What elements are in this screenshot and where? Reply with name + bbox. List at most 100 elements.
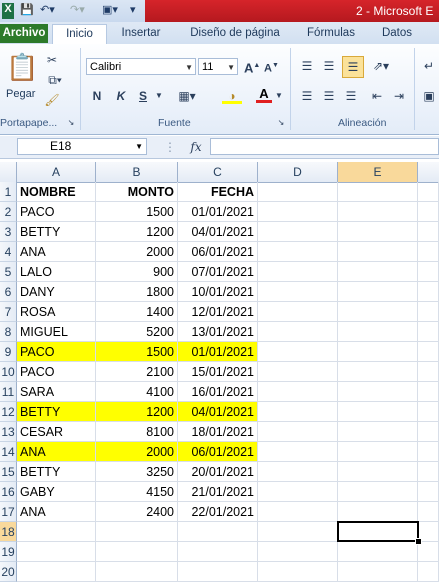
merge-cells-icon[interactable]: ▣ bbox=[420, 88, 438, 104]
cell-e-10[interactable] bbox=[338, 362, 418, 382]
formula-input[interactable] bbox=[210, 138, 439, 155]
cell-c-13[interactable]: 18/01/2021 bbox=[178, 422, 258, 442]
cell-b-5[interactable]: 900 bbox=[96, 262, 178, 282]
cell-b-3[interactable]: 1200 bbox=[96, 222, 178, 242]
cell-e-5[interactable] bbox=[338, 262, 418, 282]
tab-archivo[interactable]: Archivo bbox=[0, 24, 48, 43]
cell-a-18[interactable] bbox=[17, 522, 96, 542]
cell-a-16[interactable]: GABY bbox=[17, 482, 96, 502]
tab-diseno-pagina[interactable]: Diseño de página bbox=[180, 24, 290, 43]
row-header[interactable]: 12 bbox=[0, 402, 17, 422]
cell-f-16[interactable] bbox=[418, 482, 439, 502]
row-header[interactable]: 17 bbox=[0, 502, 17, 522]
customize-toolbar-icon[interactable]: ▾ bbox=[130, 3, 136, 19]
cell-f-13[interactable] bbox=[418, 422, 439, 442]
column-header-d[interactable]: D bbox=[258, 162, 338, 182]
cell-c-9[interactable]: 01/01/2021 bbox=[178, 342, 258, 362]
grow-font-button[interactable]: A▲ bbox=[244, 58, 260, 76]
cell-b-4[interactable]: 2000 bbox=[96, 242, 178, 262]
cell-f-20[interactable] bbox=[418, 562, 439, 582]
borders-icon[interactable]: ▦▾ bbox=[178, 88, 196, 104]
cell-c-5[interactable]: 07/01/2021 bbox=[178, 262, 258, 282]
cell-d-15[interactable] bbox=[258, 462, 338, 482]
cell-d-11[interactable] bbox=[258, 382, 338, 402]
align-right-icon[interactable]: ☰ bbox=[342, 88, 360, 104]
cell-c-1[interactable]: FECHA bbox=[178, 182, 258, 202]
cell-b-11[interactable]: 4100 bbox=[96, 382, 178, 402]
cell-f-1[interactable] bbox=[418, 182, 439, 202]
cell-a-2[interactable]: PACO bbox=[17, 202, 96, 222]
cell-e-12[interactable] bbox=[338, 402, 418, 422]
select-all-corner[interactable] bbox=[0, 162, 17, 182]
cell-f-17[interactable] bbox=[418, 502, 439, 522]
cell-b-20[interactable] bbox=[96, 562, 178, 582]
cell-f-9[interactable] bbox=[418, 342, 439, 362]
row-header[interactable]: 8 bbox=[0, 322, 17, 342]
wrap-text-icon[interactable]: ↵ bbox=[420, 58, 438, 74]
row-header[interactable]: 13 bbox=[0, 422, 17, 442]
cell-e-9[interactable] bbox=[338, 342, 418, 362]
row-header[interactable]: 20 bbox=[0, 562, 17, 582]
cell-b-13[interactable]: 8100 bbox=[96, 422, 178, 442]
paste-icon[interactable]: 📋 bbox=[6, 50, 38, 84]
cell-d-8[interactable] bbox=[258, 322, 338, 342]
cell-f-8[interactable] bbox=[418, 322, 439, 342]
cell-a-5[interactable]: LALO bbox=[17, 262, 96, 282]
column-header-c[interactable]: C bbox=[178, 162, 258, 182]
cell-e-17[interactable] bbox=[338, 502, 418, 522]
column-header-b[interactable]: B bbox=[96, 162, 178, 182]
copy-icon[interactable]: ⧉▾ bbox=[44, 72, 66, 88]
cell-a-10[interactable]: PACO bbox=[17, 362, 96, 382]
cell-d-12[interactable] bbox=[258, 402, 338, 422]
cell-f-12[interactable] bbox=[418, 402, 439, 422]
cell-f-10[interactable] bbox=[418, 362, 439, 382]
column-header-e[interactable]: E bbox=[338, 162, 418, 182]
cell-e-19[interactable] bbox=[338, 542, 418, 562]
align-center-icon[interactable]: ☰ bbox=[320, 88, 338, 104]
cell-b-7[interactable]: 1400 bbox=[96, 302, 178, 322]
cell-c-18[interactable] bbox=[178, 522, 258, 542]
cell-d-10[interactable] bbox=[258, 362, 338, 382]
cell-d-5[interactable] bbox=[258, 262, 338, 282]
fill-color-icon[interactable]: ◑ bbox=[222, 88, 242, 104]
cell-b-19[interactable] bbox=[96, 542, 178, 562]
cell-d-16[interactable] bbox=[258, 482, 338, 502]
cell-b-10[interactable]: 2100 bbox=[96, 362, 178, 382]
cell-b-8[interactable]: 5200 bbox=[96, 322, 178, 342]
insert-function-icon[interactable]: fx bbox=[186, 139, 206, 155]
underline-button[interactable]: S bbox=[136, 88, 150, 104]
cell-a-3[interactable]: BETTY bbox=[17, 222, 96, 242]
increase-indent-icon[interactable]: ⇥ bbox=[390, 88, 408, 104]
cell-c-17[interactable]: 22/01/2021 bbox=[178, 502, 258, 522]
cell-a-13[interactable]: CESAR bbox=[17, 422, 96, 442]
cell-c-2[interactable]: 01/01/2021 bbox=[178, 202, 258, 222]
cell-d-4[interactable] bbox=[258, 242, 338, 262]
name-box[interactable]: E18 ▼ bbox=[17, 138, 147, 155]
tab-formulas[interactable]: Fórmulas bbox=[300, 24, 362, 43]
cell-b-18[interactable] bbox=[96, 522, 178, 542]
cell-c-6[interactable]: 10/01/2021 bbox=[178, 282, 258, 302]
cell-e-1[interactable] bbox=[338, 182, 418, 202]
save-icon[interactable]: 💾 bbox=[20, 3, 34, 19]
tab-datos[interactable]: Datos bbox=[372, 24, 422, 43]
format-painter-icon[interactable]: 🖌 bbox=[44, 92, 60, 108]
cell-e-11[interactable] bbox=[338, 382, 418, 402]
cell-a-15[interactable]: BETTY bbox=[17, 462, 96, 482]
cell-c-7[interactable]: 12/01/2021 bbox=[178, 302, 258, 322]
cell-d-3[interactable] bbox=[258, 222, 338, 242]
decrease-indent-icon[interactable]: ⇤ bbox=[368, 88, 386, 104]
cell-e-4[interactable] bbox=[338, 242, 418, 262]
font-color-icon[interactable]: A bbox=[256, 86, 272, 103]
cell-e-16[interactable] bbox=[338, 482, 418, 502]
undo-icon[interactable]: ↶▾ bbox=[40, 3, 55, 19]
cell-a-11[interactable]: SARA bbox=[17, 382, 96, 402]
row-header[interactable]: 9 bbox=[0, 342, 17, 362]
row-header[interactable]: 15 bbox=[0, 462, 17, 482]
cell-e-6[interactable] bbox=[338, 282, 418, 302]
cell-b-16[interactable]: 4150 bbox=[96, 482, 178, 502]
cell-d-14[interactable] bbox=[258, 442, 338, 462]
font-launcher-icon[interactable]: ↘ bbox=[276, 118, 286, 128]
row-header[interactable]: 19 bbox=[0, 542, 17, 562]
cell-e-15[interactable] bbox=[338, 462, 418, 482]
orientation-icon[interactable]: ⇗▾ bbox=[370, 58, 392, 74]
